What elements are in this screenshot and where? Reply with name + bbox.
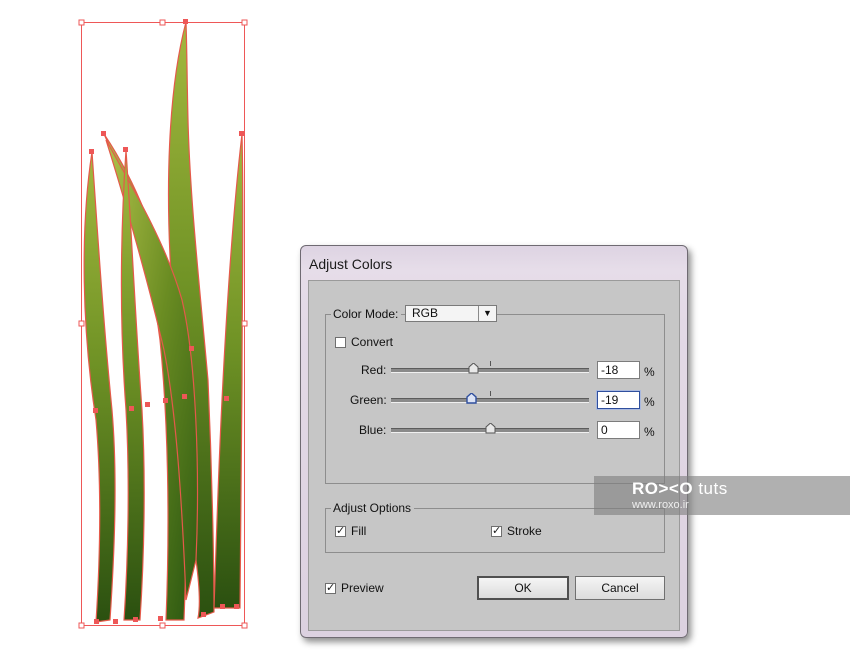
blue-slider-thumb[interactable] [485,423,496,434]
preview-label: Preview [341,581,384,595]
color-mode-value: RGB [412,306,439,320]
watermark-brand: RO><O tuts [632,479,728,499]
red-slider-tick [490,361,491,366]
grass-blade-left[interactable] [83,151,116,623]
green-percent: % [644,395,655,409]
watermark-brand-prefix: RO><O [632,479,694,498]
color-mode-label: Color Mode: [331,307,402,321]
red-slider-thumb[interactable] [468,363,479,374]
fill-checkbox[interactable]: ✓ [335,526,346,537]
green-slider-thumb[interactable] [466,393,477,404]
red-value-field[interactable]: -18 [597,361,640,379]
convert-checkbox[interactable] [335,337,346,348]
blue-label: Blue: [359,423,387,437]
blue-value-field[interactable]: 0 [597,421,640,439]
green-slider-tick [490,391,491,396]
red-slider-track[interactable] [391,368,589,373]
stroke-checkbox[interactable]: ✓ [491,526,502,537]
color-mode-select[interactable]: RGB ▼ [405,305,497,322]
grass-blades[interactable] [83,21,244,623]
green-value-field[interactable]: -19 [597,391,640,409]
blue-percent: % [644,425,655,439]
red-percent: % [644,365,655,379]
chevron-down-icon[interactable]: ▼ [478,306,496,321]
dialog-title: Adjust Colors [309,256,393,272]
watermark-url: www.roxo.ir [632,499,689,511]
checkmark-icon: ✓ [492,525,502,537]
fill-label: Fill [351,524,367,538]
watermark-brand-suffix: tuts [698,479,728,498]
convert-label: Convert [351,335,394,349]
grass-blade-right[interactable] [213,133,244,609]
checkmark-icon: ✓ [326,582,336,594]
cancel-button[interactable]: Cancel [575,576,665,600]
green-slider-track[interactable] [391,398,589,403]
checkmark-icon: ✓ [336,525,346,537]
red-label: Red: [361,363,387,377]
green-label: Green: [350,393,387,407]
roxo-tuts-watermark: RO><O tuts www.roxo.ir [594,476,850,515]
stroke-label: Stroke [507,524,542,538]
adjust-options-label: Adjust Options [331,501,415,515]
ok-button[interactable]: OK [477,576,569,600]
preview-checkbox[interactable]: ✓ [325,583,336,594]
adjust-colors-dialog[interactable]: Adjust Colors Color Mode: RGB ▼ Convert … [300,245,688,638]
dialog-client-area: Color Mode: RGB ▼ Convert Red: -18 % Gre… [308,280,680,631]
